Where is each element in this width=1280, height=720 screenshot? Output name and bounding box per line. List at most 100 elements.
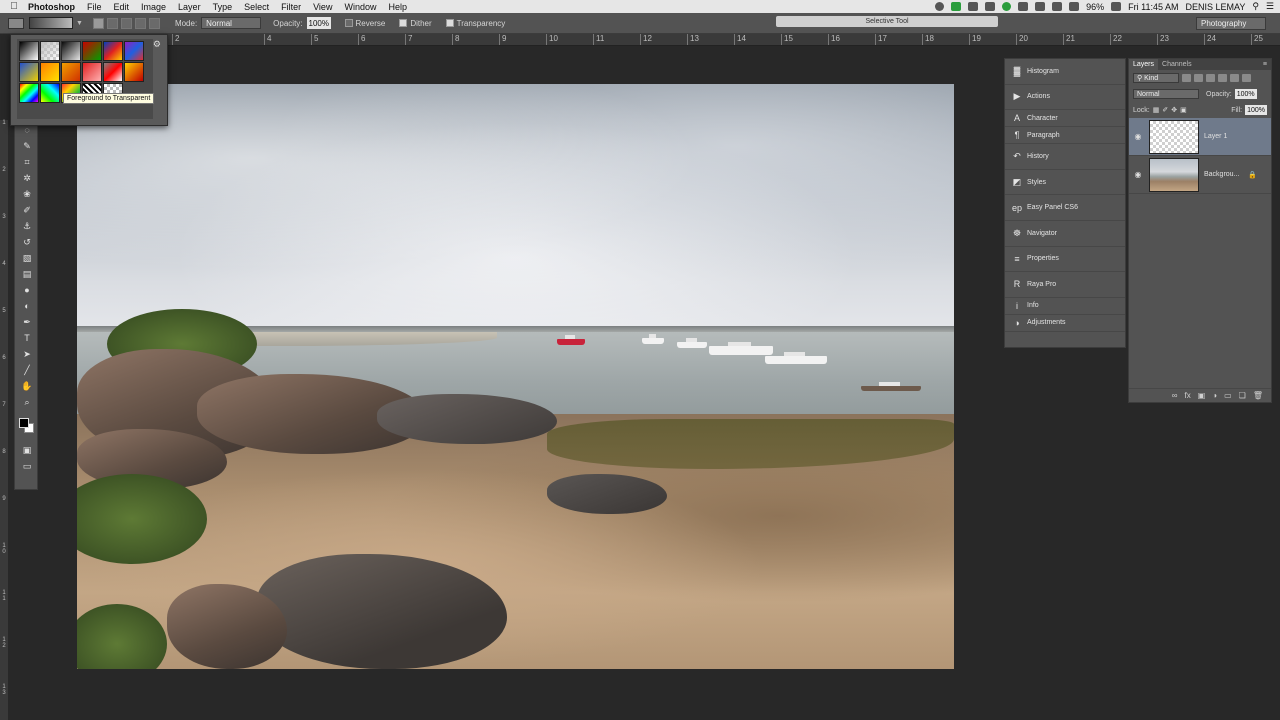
lock-transparent-icon[interactable]: ▦	[1153, 106, 1160, 114]
mode-select[interactable]: Normal	[201, 17, 262, 29]
tray-app-icon[interactable]	[1002, 2, 1012, 11]
menu-type[interactable]: Type	[213, 2, 233, 12]
eye-icon[interactable]: ◉	[1133, 132, 1143, 141]
foreground-color-swatch[interactable]	[19, 418, 29, 428]
radial-gradient-button[interactable]	[106, 17, 118, 29]
menu-select[interactable]: Select	[244, 2, 269, 12]
wifi-icon[interactable]	[1052, 2, 1063, 11]
horizontal-ruler[interactable]: 2 4 5 6 7 8 9 10 11 12 13 14 15 16 17 18 19	[167, 34, 1002, 46]
gradient-swatch-foreground-to-transparent[interactable]	[40, 41, 60, 61]
record-icon[interactable]	[935, 2, 945, 11]
battery-percent[interactable]: 96%	[1086, 2, 1104, 12]
chevron-down-icon[interactable]: ▼	[76, 20, 83, 27]
panel-styles[interactable]: ◩ Styles	[1005, 170, 1125, 196]
fill-input[interactable]: 100%	[1245, 105, 1267, 115]
tray-app-icon[interactable]	[968, 2, 979, 11]
panel-histogram[interactable]: ▓ Histogram	[1005, 59, 1125, 85]
gradient-swatch[interactable]	[19, 83, 39, 103]
hand-tool-icon[interactable]: ✋	[18, 379, 36, 393]
reverse-checkbox[interactable]	[344, 19, 353, 27]
layer-name[interactable]: Backgrou...	[1204, 171, 1239, 178]
layer-row-background[interactable]: ◉ Backgrou... 🔒	[1129, 156, 1271, 194]
new-adjustment-layer-icon[interactable]: ◑	[1212, 391, 1217, 400]
battery-icon[interactable]	[1111, 2, 1122, 11]
lock-position-icon[interactable]: ✥	[1171, 106, 1177, 114]
menu-file[interactable]: File	[87, 2, 102, 12]
linear-gradient-button[interactable]	[92, 17, 104, 29]
diamond-gradient-button[interactable]	[148, 17, 160, 29]
panel-easy-panel-cs6[interactable]: ep Easy Panel CS6	[1005, 195, 1125, 221]
lock-all-icon[interactable]: ▣	[1180, 106, 1187, 114]
menu-view[interactable]: View	[313, 2, 332, 12]
opacity-input[interactable]: 100%	[306, 17, 331, 29]
menu-layer[interactable]: Layer	[178, 2, 201, 12]
shape-filter-icon[interactable]	[1218, 74, 1227, 82]
spotlight-icon[interactable]: ⚲	[1252, 1, 1259, 12]
gradient-swatch[interactable]	[103, 41, 123, 61]
notification-center-icon[interactable]: ☰	[1266, 1, 1274, 12]
panel-menu-icon[interactable]: ≡	[1263, 61, 1267, 68]
tray-app-icon[interactable]	[951, 2, 962, 11]
gradient-swatch[interactable]	[61, 41, 81, 61]
gradient-swatch[interactable]	[103, 62, 123, 82]
new-layer-icon[interactable]: ❏	[1239, 391, 1246, 400]
selective-tool-panel-tab[interactable]: Selective Tool	[776, 16, 998, 27]
smart-object-filter-icon[interactable]	[1230, 74, 1239, 82]
dodge-tool-icon[interactable]: ◐	[18, 299, 36, 313]
eyedropper-tool-icon[interactable]: ✲	[18, 171, 36, 185]
panel-actions[interactable]: ▶ Actions	[1005, 85, 1125, 111]
panel-raya-pro[interactable]: R Raya Pro	[1005, 272, 1125, 298]
healing-brush-tool-icon[interactable]: ❀	[18, 187, 36, 201]
menu-filter[interactable]: Filter	[281, 2, 301, 12]
clone-stamp-tool-icon[interactable]: ⚓	[18, 219, 36, 233]
menu-edit[interactable]: Edit	[114, 2, 130, 12]
gradient-swatch[interactable]	[124, 62, 144, 82]
dither-checkbox[interactable]	[399, 19, 408, 27]
lock-icon[interactable]: 🔒	[1248, 171, 1257, 179]
gradient-swatch[interactable]	[82, 41, 102, 61]
crop-tool-icon[interactable]: ⌗	[18, 155, 36, 169]
layer-row-layer-1[interactable]: ◉ Layer 1	[1129, 118, 1271, 156]
menu-window[interactable]: Window	[344, 2, 376, 12]
apple-icon[interactable]: 	[0, 1, 28, 12]
user-name[interactable]: DENIS LEMAY	[1185, 2, 1245, 12]
panel-character[interactable]: A Character	[1005, 110, 1125, 128]
gradient-swatch[interactable]	[61, 62, 81, 82]
gradient-swatch[interactable]	[124, 41, 144, 61]
line-tool-icon[interactable]: ╱	[18, 363, 36, 377]
panel-navigator[interactable]: ☸ Navigator	[1005, 221, 1125, 247]
blur-tool-icon[interactable]: ●	[18, 283, 36, 297]
panel-adjustments[interactable]: ◑ Adjustments	[1005, 315, 1125, 332]
link-layers-icon[interactable]: ∞	[1172, 391, 1178, 400]
menu-help[interactable]: Help	[388, 2, 407, 12]
gradient-swatch[interactable]	[19, 41, 39, 61]
gear-icon[interactable]: ⚙	[153, 39, 161, 50]
volume-icon[interactable]	[1069, 2, 1080, 11]
new-group-icon[interactable]: ▭	[1224, 391, 1232, 400]
pen-tool-icon[interactable]: ✒	[18, 315, 36, 329]
tab-channels[interactable]: Channels	[1158, 59, 1196, 70]
transparency-checkbox[interactable]	[445, 19, 454, 27]
quick-select-tool-icon[interactable]: ✎	[18, 139, 36, 153]
vertical-ruler[interactable]: 1 2 3 4 5 6 7 8 9 1 0 1 1 1 2 1 3	[0, 120, 8, 720]
eye-icon[interactable]: ◉	[1133, 170, 1143, 179]
gradient-swatch[interactable]	[82, 62, 102, 82]
layer-name[interactable]: Layer 1	[1204, 133, 1227, 140]
reflected-gradient-button[interactable]	[134, 17, 146, 29]
add-mask-icon[interactable]: ▣	[1198, 391, 1206, 400]
screen-mode-icon[interactable]: ▭	[18, 459, 36, 473]
panel-history[interactable]: ↶ History	[1005, 144, 1125, 170]
dropbox-icon[interactable]	[985, 2, 996, 11]
layer-thumbnail[interactable]	[1149, 119, 1199, 154]
horizontal-ruler-right[interactable]: 20 21 22 23 24 25	[1002, 34, 1280, 46]
bluetooth-icon[interactable]	[1035, 2, 1046, 11]
gradient-tool-icon[interactable]: ▤	[18, 267, 36, 281]
tray-app-icon[interactable]	[1018, 2, 1029, 11]
clock[interactable]: Fri 11:45 AM	[1128, 2, 1178, 12]
lock-image-icon[interactable]: ✐	[1162, 106, 1168, 114]
gradient-preview[interactable]	[29, 17, 73, 29]
tab-layers[interactable]: Layers	[1129, 59, 1159, 70]
app-menu[interactable]: Photoshop	[28, 2, 75, 12]
path-selection-tool-icon[interactable]: ➤	[18, 347, 36, 361]
tool-preset-picker[interactable]	[8, 17, 24, 29]
